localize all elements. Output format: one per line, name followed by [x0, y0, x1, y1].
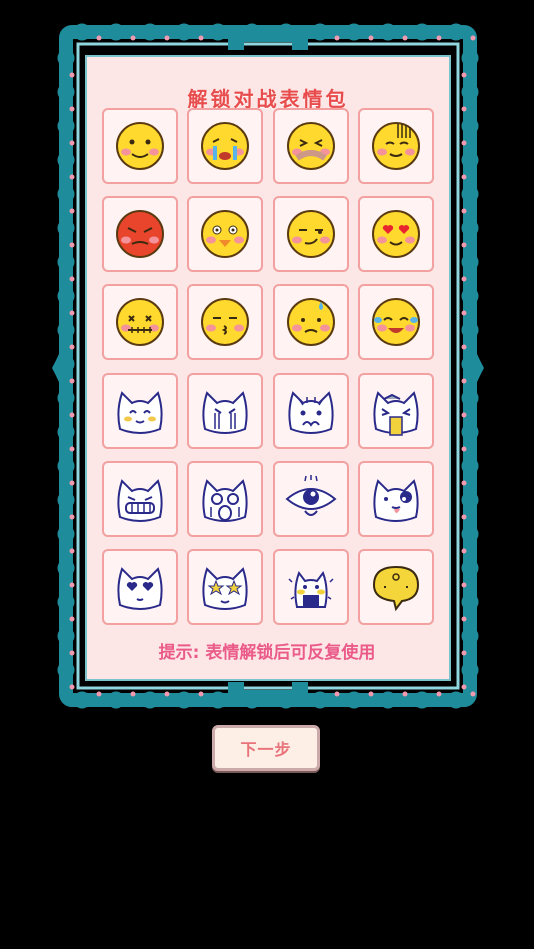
cat-vomit-icon — [373, 391, 419, 436]
big-eye-icon — [285, 475, 337, 516]
emoji-cell[interactable] — [358, 461, 434, 537]
angry-emoji-icon — [116, 210, 164, 258]
cat-tongue-icon — [373, 479, 419, 522]
cat-blush-icon — [288, 570, 334, 608]
cat-scream-icon — [202, 479, 248, 522]
smile-emoji-icon — [116, 122, 164, 170]
cat-star-eyes-icon — [202, 567, 248, 610]
emoji-cell[interactable] — [273, 108, 349, 184]
emoji-cell[interactable] — [102, 108, 178, 184]
emoji-cell[interactable] — [102, 373, 178, 449]
crying-emoji-icon — [201, 122, 249, 170]
emoji-cell[interactable] — [187, 108, 263, 184]
speech-bubble-icon — [372, 565, 420, 612]
cat-smile-icon — [117, 391, 163, 434]
heart-eyes-emoji-icon — [372, 210, 420, 258]
speechless-emoji-icon — [372, 122, 420, 170]
cat-crying-icon — [202, 391, 248, 434]
sweat-emoji-icon — [287, 298, 335, 346]
emoji-cell[interactable] — [102, 549, 178, 625]
emoji-cell[interactable] — [273, 461, 349, 537]
happy-wink-emoji-icon — [201, 210, 249, 258]
emoji-cell[interactable] — [358, 373, 434, 449]
emoji-cell[interactable] — [102, 284, 178, 360]
cat-grin-icon — [117, 479, 163, 522]
cat-shocked-icon — [288, 391, 334, 434]
next-step-button[interactable]: 下一步 — [212, 725, 320, 771]
emoji-cell[interactable] — [358, 284, 434, 360]
emoji-cell[interactable] — [273, 549, 349, 625]
emoji-cell[interactable] — [187, 284, 263, 360]
laugh-tears-emoji-icon — [372, 298, 420, 346]
emoji-cell[interactable] — [187, 461, 263, 537]
emoji-cell[interactable] — [187, 373, 263, 449]
cover-mouth-emoji-icon — [287, 122, 335, 170]
pouting-emoji-icon — [201, 298, 249, 346]
emoji-cell[interactable] — [273, 284, 349, 360]
emoji-cell[interactable] — [358, 108, 434, 184]
emoji-cell[interactable] — [273, 196, 349, 272]
sealed-mouth-emoji-icon — [116, 298, 164, 346]
hint-text: 提示: 表情解锁后可反复使用 — [158, 643, 376, 663]
cat-heart-eyes-icon — [117, 567, 163, 610]
emoji-cell[interactable] — [273, 373, 349, 449]
emoji-cell[interactable] — [187, 196, 263, 272]
emoji-cell[interactable] — [358, 549, 434, 625]
emoji-cell[interactable] — [358, 196, 434, 272]
emoji-cell[interactable] — [187, 549, 263, 625]
emoji-cell[interactable] — [102, 196, 178, 272]
smirk-emoji-icon — [287, 210, 335, 258]
emoji-cell[interactable] — [102, 461, 178, 537]
